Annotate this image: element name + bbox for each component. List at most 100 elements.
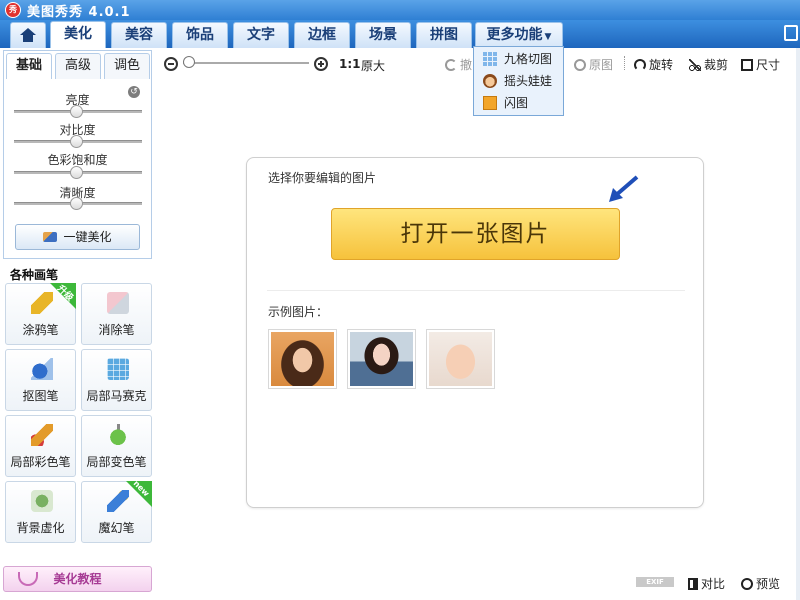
zoom-slider[interactable]	[183, 62, 309, 64]
more-features-label: 更多功能	[486, 27, 543, 43]
sample-photo	[429, 332, 492, 386]
crop-label: 裁剪	[704, 58, 729, 72]
tool-magic-pen[interactable]: new 魔幻笔	[81, 479, 152, 543]
mosaic-icon	[107, 358, 129, 380]
tool-doodle-pen[interactable]: 升级 涂鸦笔	[5, 283, 76, 345]
resize-icon	[741, 59, 753, 71]
tool-eraser-pen[interactable]: 消除笔	[81, 283, 152, 345]
eraser-icon	[107, 292, 129, 314]
paintbrush-icon	[31, 424, 53, 446]
magic-wand-icon	[43, 232, 58, 242]
more-features-menu: 九格切图 摇头娃娃 闪图	[473, 46, 564, 116]
arrow-icon	[609, 175, 639, 202]
subtab-basic[interactable]: 基础	[6, 53, 52, 79]
original-label: 原图	[589, 58, 614, 72]
blur-icon	[31, 490, 53, 512]
slider-knob[interactable]	[70, 166, 83, 179]
slider-knob[interactable]	[70, 135, 83, 148]
undo-icon	[445, 59, 457, 71]
zoom-in-icon[interactable]	[314, 57, 328, 71]
tab-text[interactable]: 文字	[233, 22, 289, 48]
zoom-out-icon[interactable]	[164, 57, 178, 71]
tab-frames[interactable]: 边框	[294, 22, 350, 48]
subtab-advanced[interactable]: 高级	[55, 53, 101, 79]
sample-image-2[interactable]	[347, 329, 416, 389]
exif-button[interactable]: EXIF	[636, 577, 674, 587]
brightness-slider[interactable]	[14, 105, 142, 118]
grid-icon	[483, 52, 497, 66]
tab-scenes[interactable]: 场景	[355, 22, 411, 48]
home-icon	[20, 28, 36, 42]
rotate-button[interactable]: 旋转	[634, 56, 673, 73]
sample-photo	[350, 332, 413, 386]
compare-button[interactable]: 对比	[688, 575, 725, 592]
actual-size-ratio[interactable]: 1:1	[339, 57, 361, 71]
tool-cutout-pen[interactable]: 抠图笔	[5, 349, 76, 411]
scissors-icon	[689, 59, 701, 71]
tool-label: 局部马赛克	[86, 389, 147, 403]
menu-item-label: 摇头娃娃	[504, 74, 553, 88]
tool-local-color-pen[interactable]: 局部彩色笔	[5, 415, 76, 477]
menu-item-flash[interactable]: 闪图	[474, 92, 563, 114]
tab-accessories[interactable]: 饰品	[172, 22, 228, 48]
tool-local-recolor-pen[interactable]: 局部变色笔	[81, 415, 152, 477]
one-click-beautify-button[interactable]: 一键美化	[15, 224, 140, 250]
folder-icon[interactable]	[784, 25, 798, 41]
hands-icon	[18, 572, 38, 586]
size-button[interactable]: 尺寸	[741, 56, 780, 73]
menu-item-nine-grid[interactable]: 九格切图	[474, 48, 563, 70]
tab-beauty[interactable]: 美容	[111, 22, 167, 48]
menu-item-bobblehead[interactable]: 摇头娃娃	[474, 70, 563, 92]
undo-button[interactable]: 撤	[445, 56, 472, 73]
flash-icon	[483, 96, 497, 110]
zoom-slider-knob[interactable]	[183, 56, 195, 68]
contrast-slider[interactable]	[14, 135, 142, 148]
rotate-icon	[634, 59, 646, 71]
sample-photo	[271, 332, 334, 386]
tool-label: 背景虚化	[16, 521, 65, 535]
actual-size-label[interactable]: 原大	[361, 57, 385, 74]
tab-more-features[interactable]: 更多功能 ▼	[475, 22, 563, 48]
saturation-slider[interactable]	[14, 166, 142, 179]
tool-label: 抠图笔	[22, 389, 59, 403]
tab-home[interactable]	[10, 22, 46, 48]
rotate-label: 旋转	[649, 58, 674, 72]
preview-icon	[741, 578, 753, 590]
cutout-pen-icon	[31, 358, 53, 380]
doll-icon	[483, 74, 497, 88]
slider-knob[interactable]	[70, 105, 83, 118]
original-icon	[574, 59, 586, 71]
right-scroll-edge	[796, 48, 800, 600]
compare-icon	[688, 578, 698, 590]
beautify-tutorial-button[interactable]: 美化教程	[3, 566, 152, 592]
tool-label: 消除笔	[98, 323, 135, 337]
one-click-label: 一键美化	[63, 230, 112, 244]
tutorial-label: 美化教程	[53, 572, 102, 586]
preview-label: 预览	[756, 577, 781, 591]
slider-knob[interactable]	[70, 197, 83, 210]
adjust-panel: 基础 高级 调色 ↺ 亮度 对比度 色彩饱和度 清晰度 一键美化	[3, 50, 152, 259]
compare-label: 对比	[701, 577, 726, 591]
sample-image-1[interactable]	[268, 329, 337, 389]
sample-images-label: 示例图片：	[268, 305, 329, 319]
app-title: 美图秀秀 4.0.1	[27, 5, 131, 20]
tab-beautify[interactable]: 美化	[50, 21, 106, 48]
tool-label: 魔幻笔	[98, 521, 135, 535]
toolbar-divider	[624, 56, 625, 70]
tool-background-blur[interactable]: 背景虚化	[5, 481, 76, 543]
sharpness-slider[interactable]	[14, 197, 142, 210]
chevron-down-icon: ▼	[544, 32, 552, 42]
tool-local-mosaic[interactable]: 局部马赛克	[81, 349, 152, 411]
title-bar: 秀 美图秀秀 4.0.1	[0, 0, 800, 20]
preview-button[interactable]: 预览	[741, 575, 780, 592]
subtab-color[interactable]: 调色	[104, 53, 150, 79]
divider	[267, 290, 685, 291]
tab-collage[interactable]: 拼图	[416, 22, 472, 48]
crop-button[interactable]: 裁剪	[689, 56, 728, 73]
menu-item-label: 闪图	[504, 96, 529, 110]
sample-image-3[interactable]	[426, 329, 495, 389]
original-button[interactable]: 原图	[574, 56, 613, 73]
open-image-button[interactable]: 打开一张图片	[331, 208, 620, 260]
choose-image-prompt: 选择你要编辑的图片	[268, 171, 377, 185]
open-image-card: 选择你要编辑的图片 打开一张图片 示例图片：	[246, 157, 704, 508]
